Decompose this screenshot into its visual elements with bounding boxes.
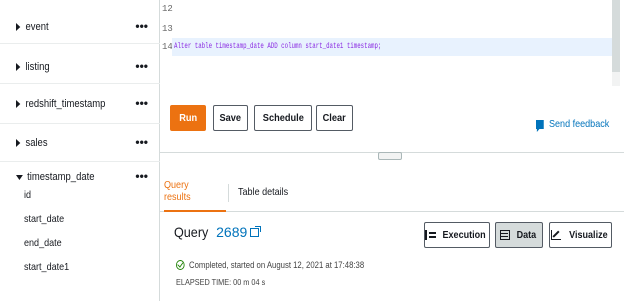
clear-button[interactable]: Clear (316, 105, 353, 131)
send-feedback-link[interactable]: Send feedback (536, 118, 619, 132)
results-tabs: Query results Table details (160, 172, 624, 212)
results-panel: Query results Table details Query 2689 E… (160, 160, 624, 301)
column-name: id (24, 189, 32, 201)
caret-right-icon[interactable] (16, 100, 21, 108)
tab-query-results[interactable]: Query results (164, 172, 226, 212)
more-options-icon[interactable]: ••• (135, 169, 148, 183)
resize-handle[interactable] (378, 152, 402, 160)
column-name: start_date1 (24, 261, 70, 273)
table-item-redshift-timestamp[interactable]: redshift_timestamp ••• (0, 84, 160, 124)
table-icon (500, 230, 511, 240)
caret-right-icon[interactable] (16, 139, 21, 147)
editor-scrollbar[interactable] (612, 0, 620, 86)
column-name: end_date (24, 237, 62, 249)
line-number: 13 (162, 24, 173, 34)
schedule-button[interactable]: Schedule (254, 105, 312, 131)
table-name[interactable]: timestamp_date (27, 171, 94, 183)
visualize-button[interactable]: Visualize (549, 222, 612, 248)
execution-icon (425, 230, 436, 240)
query-title: Query 2689 (174, 224, 262, 240)
run-button[interactable]: Run (170, 105, 206, 131)
scrollbar-thumb[interactable] (612, 0, 620, 72)
table-item-sales[interactable]: sales ••• (0, 124, 160, 162)
table-item-timestamp-date[interactable]: timestamp_date ••• id start_date end_dat… (0, 162, 160, 301)
external-link-icon[interactable] (250, 225, 262, 237)
table-name[interactable]: sales (25, 137, 47, 149)
table-item-event[interactable]: event ••• (0, 0, 160, 44)
line-number-gutter: 12 13 14 (160, 0, 173, 86)
success-check-icon (176, 260, 185, 270)
more-options-icon[interactable]: ••• (135, 96, 148, 110)
caret-right-icon[interactable] (16, 63, 21, 71)
execution-button[interactable]: Execution (424, 222, 490, 248)
sql-editor[interactable]: 12 13 14 Alter table timestamp_date ADD … (160, 0, 624, 86)
tab-table-details[interactable]: Table details (238, 172, 296, 212)
tab-separator (228, 184, 229, 202)
chart-icon (550, 230, 561, 240)
caret-down-icon[interactable] (16, 174, 23, 180)
table-name[interactable]: redshift_timestamp (25, 98, 105, 110)
table-name[interactable]: listing (25, 61, 49, 73)
more-options-icon[interactable]: ••• (135, 135, 148, 149)
more-options-icon[interactable]: ••• (135, 19, 148, 33)
data-button[interactable]: Data (495, 222, 543, 248)
table-name[interactable]: event (25, 21, 48, 33)
code-text[interactable]: Alter table timestamp_date ADD column st… (174, 42, 381, 51)
table-explorer-sidebar: event ••• listing ••• redshift_timestamp… (0, 0, 160, 301)
save-button[interactable]: Save (213, 105, 248, 131)
feedback-icon (536, 119, 544, 132)
query-toolbar: Run Save Schedule Clear Send feedback (160, 86, 624, 148)
query-status: Completed, started on August 12, 2021 at… (176, 260, 393, 270)
column-name: start_date (24, 213, 65, 225)
caret-right-icon[interactable] (16, 23, 21, 31)
elapsed-time: ELAPSED TIME: 00 m 04 s (176, 277, 266, 287)
code-line[interactable]: Alter table timestamp_date ADD column st… (174, 42, 381, 51)
more-options-icon[interactable]: ••• (135, 59, 148, 73)
table-item-listing[interactable]: listing ••• (0, 44, 160, 84)
line-number: 12 (162, 4, 173, 14)
query-id-link[interactable]: 2689 (216, 224, 247, 240)
